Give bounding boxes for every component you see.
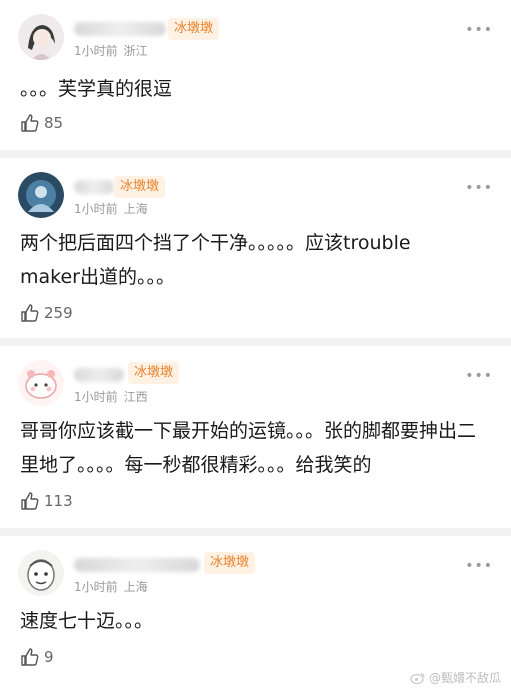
comment-meta: 1小时前 江西 — [74, 388, 148, 405]
more-options-button[interactable]: ••• — [465, 368, 493, 384]
like-button[interactable]: 259 — [20, 302, 73, 324]
more-options-button[interactable]: ••• — [465, 22, 493, 38]
more-options-button[interactable]: ••• — [465, 558, 493, 574]
like-button[interactable]: 113 — [20, 490, 73, 512]
comment-location: 浙江 — [123, 44, 148, 58]
like-count: 85 — [44, 114, 64, 132]
comment-text: 两个把后面四个挡了个干净。。。。。应该trouble maker出道的。。。 — [20, 232, 411, 288]
comment-meta: 1小时前 浙江 — [74, 42, 148, 59]
like-count: 113 — [44, 492, 73, 510]
like-count: 9 — [44, 648, 54, 666]
thumbs-up-icon — [21, 114, 39, 132]
watermark-text: @甄嬛不敌瓜 — [428, 671, 501, 685]
divider — [0, 338, 511, 346]
divider — [0, 528, 511, 536]
username-redacted — [74, 368, 124, 382]
avatar[interactable] — [18, 550, 64, 596]
username-redacted — [74, 558, 200, 572]
username-redacted — [74, 22, 166, 36]
comment-location: 江西 — [123, 390, 148, 404]
comment-text: 速度七十迈。。。 — [20, 610, 154, 632]
comment-text: 。。。芙学真的很逗 — [20, 78, 173, 100]
user-badge: 冰墩墩 — [128, 362, 180, 384]
like-button[interactable]: 9 — [20, 646, 54, 668]
comment-item: 冰墩墩 1小时前 浙江 ••• 。。。芙学真的很逗 85 — [0, 0, 511, 148]
username-redacted — [74, 180, 114, 194]
like-count: 259 — [44, 304, 73, 322]
comment-time: 1小时前 — [74, 390, 118, 404]
comment-location: 上海 — [123, 580, 148, 594]
user-badge: 冰墩墩 — [204, 552, 256, 574]
comment-meta: 1小时前 上海 — [74, 200, 148, 217]
weibo-logo-icon — [410, 672, 425, 684]
user-badge: 冰墩墩 — [114, 176, 166, 198]
thumbs-up-icon — [21, 492, 39, 510]
avatar[interactable] — [18, 360, 64, 406]
user-badge: 冰墩墩 — [168, 18, 220, 40]
comment-time: 1小时前 — [74, 202, 118, 216]
comment-item: 冰墩墩 1小时前 江西 ••• 哥哥你应该截一下最开始的运镜。。。张的脚都要抻出二… — [0, 346, 511, 526]
comment-location: 上海 — [123, 202, 148, 216]
comment-item: 冰墩墩 1小时前 上海 ••• 两个把后面四个挡了个干净。。。。。应该troubl… — [0, 158, 511, 336]
thumbs-up-icon — [21, 304, 39, 322]
comment-meta: 1小时前 上海 — [74, 578, 148, 595]
thumbs-up-icon — [21, 648, 39, 666]
comment-time: 1小时前 — [74, 44, 118, 58]
divider — [0, 150, 511, 158]
comment-time: 1小时前 — [74, 580, 118, 594]
avatar[interactable] — [18, 14, 64, 60]
like-button[interactable]: 85 — [20, 112, 63, 134]
avatar[interactable] — [18, 172, 64, 218]
watermark: @甄嬛不敌瓜 — [410, 669, 501, 686]
comment-text: 哥哥你应该截一下最开始的运镜。。。张的脚都要抻出二里地了。。。。每一秒都很精彩。… — [20, 420, 477, 476]
comment-item: 冰墩墩 1小时前 上海 ••• 速度七十迈。。。 9 — [0, 536, 511, 690]
more-options-button[interactable]: ••• — [465, 180, 493, 196]
